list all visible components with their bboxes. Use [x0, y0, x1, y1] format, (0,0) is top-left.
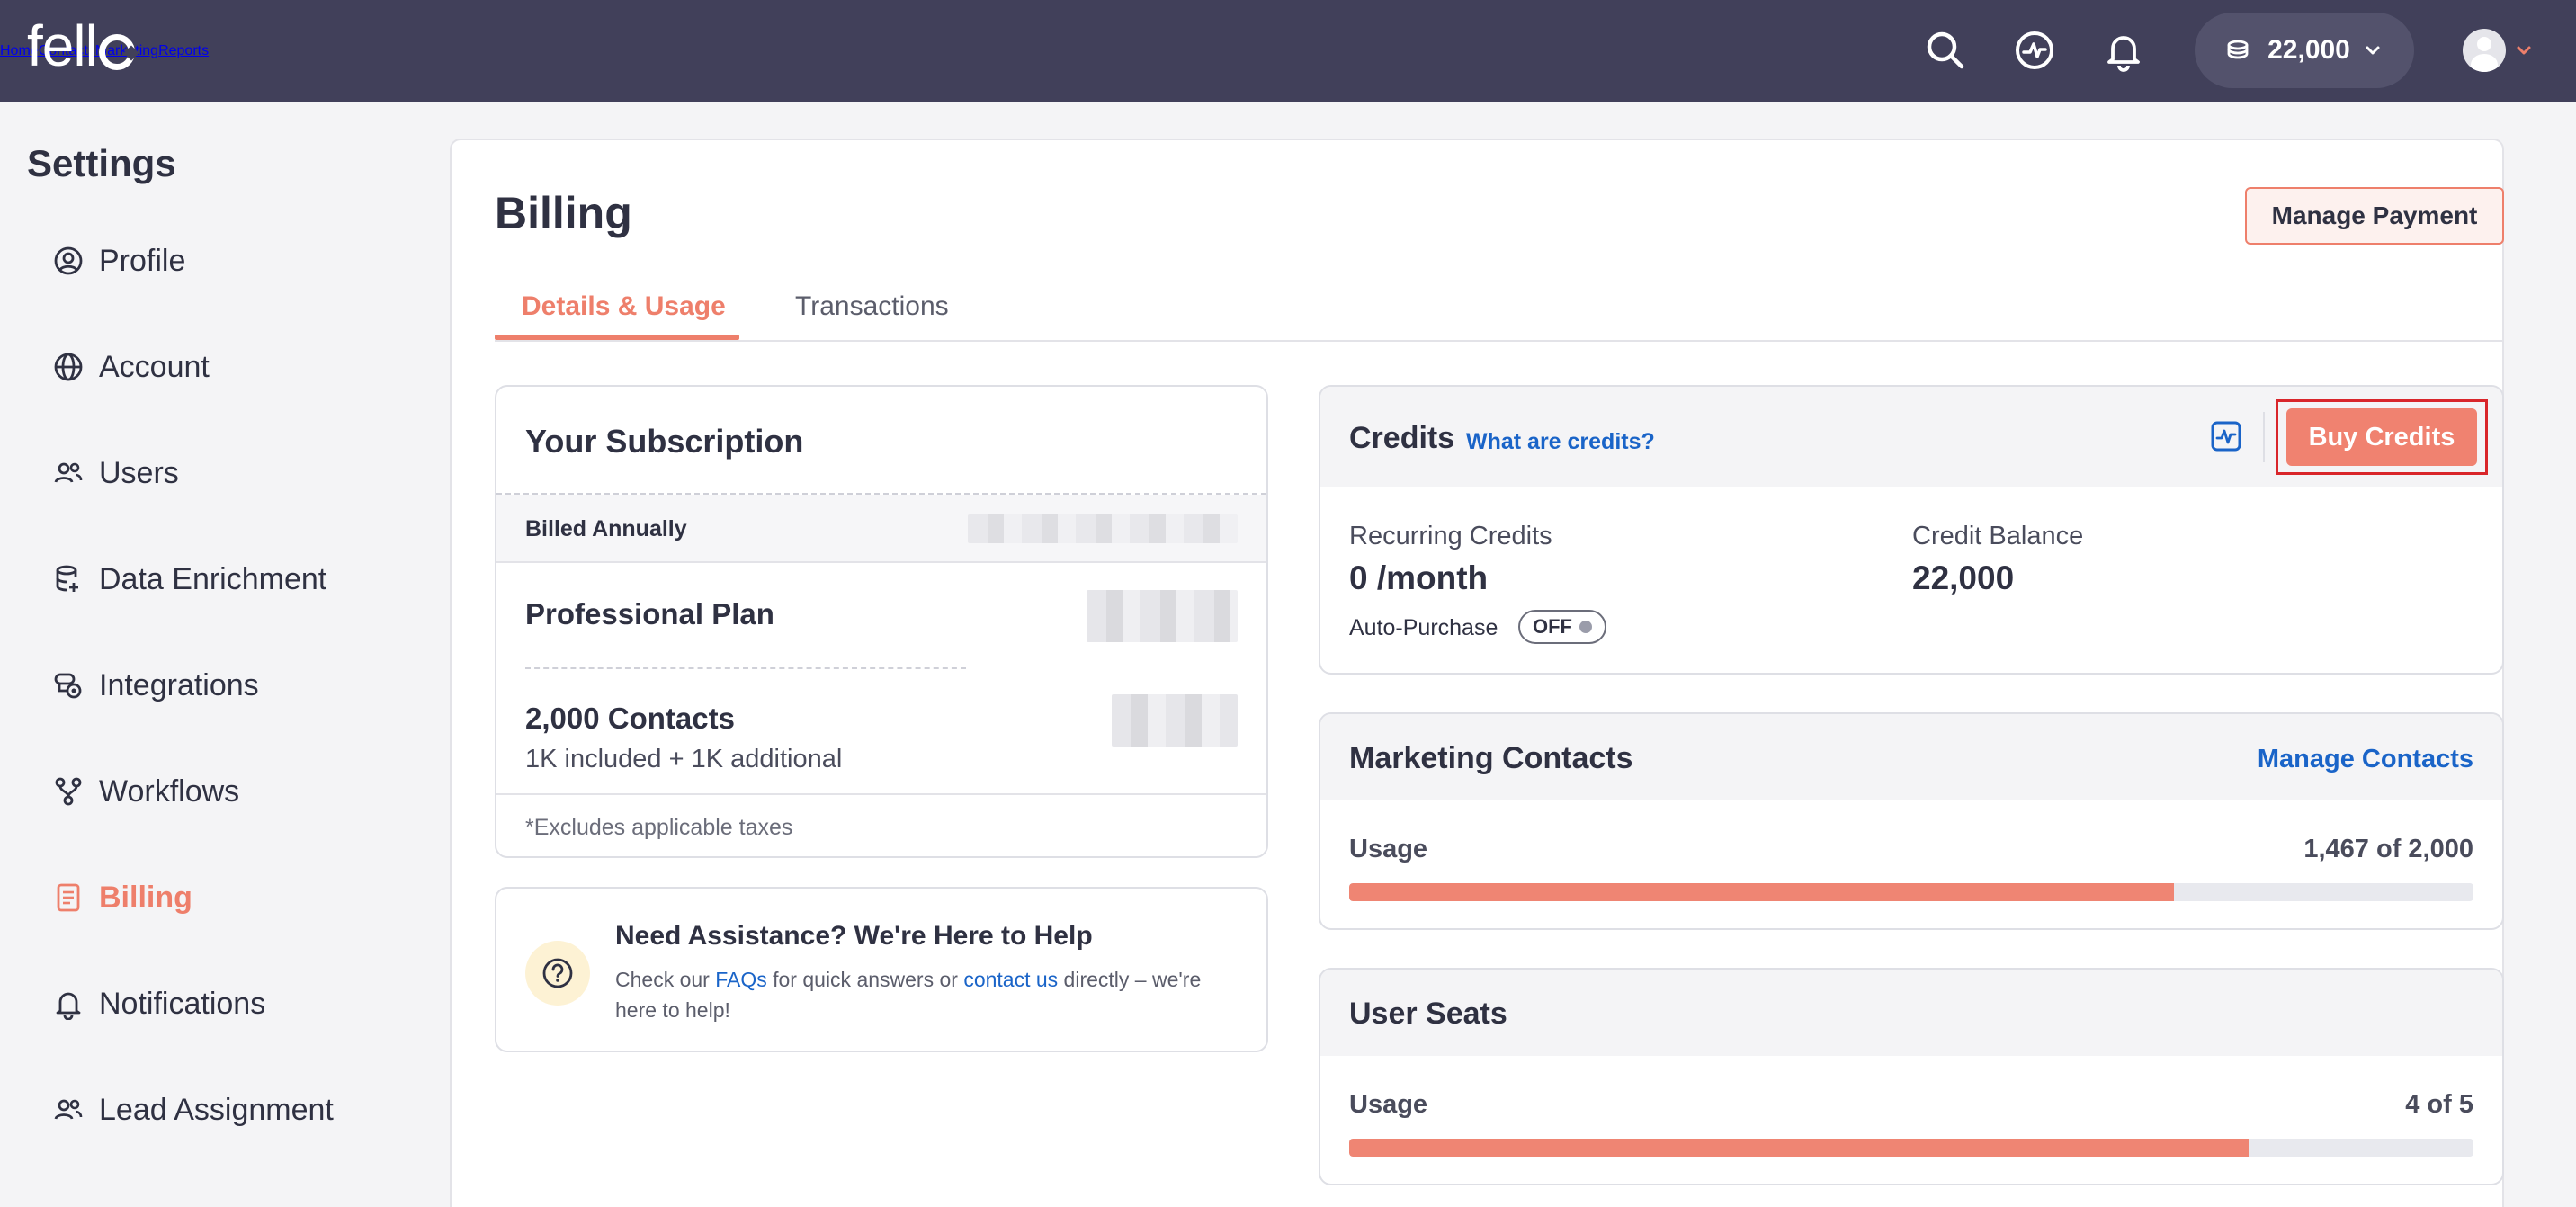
user-menu[interactable]: [2463, 27, 2533, 74]
marketing-usage-fill: [1349, 883, 2174, 901]
sidebar-item-label: Account: [99, 349, 210, 384]
sidebar-item-label: Profile: [99, 243, 186, 278]
credits-balance-value: 22,000: [2267, 35, 2350, 65]
usage-count: 4 of 5: [2405, 1090, 2473, 1119]
page-title: Billing: [495, 188, 632, 238]
usage-label: Usage: [1349, 1090, 1428, 1119]
divider: [2263, 412, 2265, 462]
search-icon[interactable]: [1920, 25, 1971, 76]
tab-details-usage[interactable]: Details & Usage: [522, 291, 726, 322]
lead-users-icon: [54, 1099, 83, 1120]
chevron-down-icon: [2517, 46, 2531, 55]
marketing-contacts-title: Marketing Contacts: [1349, 741, 1633, 775]
sidebar-item-users[interactable]: Users: [52, 446, 179, 500]
help-text-part: for quick answers or: [766, 968, 964, 991]
sidebar-item-notifications[interactable]: Notifications: [52, 977, 265, 1031]
sidebar-item-label: Notifications: [99, 986, 266, 1021]
buy-credits-button[interactable]: Buy Credits: [2286, 408, 2477, 466]
document-icon: [57, 883, 80, 912]
sidebar-item-label: Workflows: [99, 773, 240, 809]
contacts-breakdown: 1K included + 1K additional: [525, 745, 843, 773]
integrations-icon: [54, 673, 82, 699]
redacted-price: [968, 514, 1238, 543]
fello-logo[interactable]: fell: [27, 13, 135, 79]
help-title: Need Assistance? We're Here to Help: [615, 921, 1093, 951]
active-tab-indicator: [495, 335, 739, 340]
divider: [525, 667, 966, 669]
auto-purchase-toggle[interactable]: OFF: [1518, 610, 1606, 644]
sidebar-item-label: Data Enrichment: [99, 561, 327, 596]
usage-count: 1,467 of 2,000: [2303, 835, 2473, 863]
credits-balance-pill[interactable]: 22,000: [2195, 13, 2414, 88]
toggle-knob: [1579, 621, 1592, 633]
logo-text: fell: [27, 13, 98, 78]
user-seats-card: User Seats Usage 4 of 5: [1319, 968, 2504, 1185]
bell-icon[interactable]: [2098, 25, 2149, 76]
workflow-icon: [55, 777, 82, 806]
tab-transactions[interactable]: Transactions: [795, 291, 949, 322]
user-seats-title: User Seats: [1349, 997, 1507, 1031]
help-icon: [525, 941, 590, 1006]
contacts-count: 2,000 Contacts: [525, 702, 735, 735]
sidebar-item-label: Integrations: [99, 667, 259, 702]
billing-tabs: Details & Usage Transactions: [495, 286, 2504, 342]
toggle-state: OFF: [1533, 615, 1572, 638]
sidebar-item-label: Billing: [99, 880, 192, 915]
recurring-credits-value: 0 /month: [1349, 559, 1489, 596]
billed-annually-label: Billed Annually: [525, 516, 687, 541]
recurring-credits-label: Recurring Credits: [1349, 522, 1552, 550]
redacted-contacts-price: [1112, 694, 1238, 747]
seats-usage-bar: [1349, 1139, 2473, 1157]
top-nav-bar: fell Home Contacts Marketing Reports 22,…: [0, 0, 2576, 102]
sidebar-item-data-enrichment[interactable]: Data Enrichment: [52, 552, 326, 606]
taxes-footnote: *Excludes applicable taxes: [525, 815, 793, 840]
plan-name: Professional Plan: [525, 597, 774, 630]
sidebar-item-profile[interactable]: Profile: [52, 234, 185, 288]
auto-purchase-label: Auto-Purchase: [1349, 615, 1498, 640]
contact-us-link[interactable]: contact us: [963, 968, 1058, 991]
logo-ring: [98, 34, 135, 70]
sidebar-item-lead-assignment[interactable]: Lead Assignment: [52, 1083, 334, 1137]
chevron-down-icon: [2366, 46, 2380, 55]
credit-balance-label: Credit Balance: [1912, 522, 2084, 550]
subscription-card: Your Subscription Billed Annually Profes…: [495, 385, 1268, 858]
redacted-plan-price: [1087, 590, 1238, 642]
nav-reports[interactable]: Reports: [158, 43, 209, 59]
sidebar-item-workflows[interactable]: Workflows: [52, 764, 239, 818]
manage-contacts-link[interactable]: Manage Contacts: [2258, 745, 2473, 774]
marketing-contacts-card: Marketing Contacts Manage Contacts Usage…: [1319, 712, 2504, 930]
avatar: [2463, 29, 2506, 72]
sidebar-item-label: Lead Assignment: [99, 1092, 334, 1127]
credits-card: Credits What are credits? Buy Credits Re…: [1319, 385, 2504, 675]
settings-title: Settings: [27, 142, 176, 184]
manage-payment-button[interactable]: Manage Payment: [2245, 187, 2504, 245]
help-card: Need Assistance? We're Here to Help Chec…: [495, 887, 1268, 1052]
coins-icon: [2227, 40, 2249, 59]
help-text-part: Check our: [615, 968, 716, 991]
bell-icon: [56, 992, 81, 1020]
database-icon: [56, 565, 78, 592]
sidebar-item-account[interactable]: Account: [52, 340, 210, 394]
seats-usage-fill: [1349, 1139, 2249, 1157]
help-text: Check our FAQs for quick answers or cont…: [615, 964, 1245, 1025]
sidebar-item-integrations[interactable]: Integrations: [52, 658, 259, 712]
subscription-title: Your Subscription: [525, 423, 804, 460]
sidebar-item-label: Users: [99, 455, 179, 490]
sidebar-item-billing[interactable]: Billing: [52, 871, 192, 925]
what-are-credits-link[interactable]: What are credits?: [1466, 429, 1655, 455]
user-circle-icon: [54, 246, 83, 275]
usage-label: Usage: [1349, 835, 1428, 863]
marketing-usage-bar: [1349, 883, 2473, 901]
usage-chart-icon[interactable]: [2211, 421, 2241, 452]
users-icon: [54, 462, 83, 483]
credit-balance-value: 22,000: [1912, 559, 2015, 596]
divider: [496, 793, 1266, 795]
globe-icon: [54, 353, 83, 381]
faqs-link[interactable]: FAQs: [715, 968, 767, 991]
credits-title: Credits: [1349, 421, 1455, 455]
activity-icon[interactable]: [2009, 25, 2060, 76]
